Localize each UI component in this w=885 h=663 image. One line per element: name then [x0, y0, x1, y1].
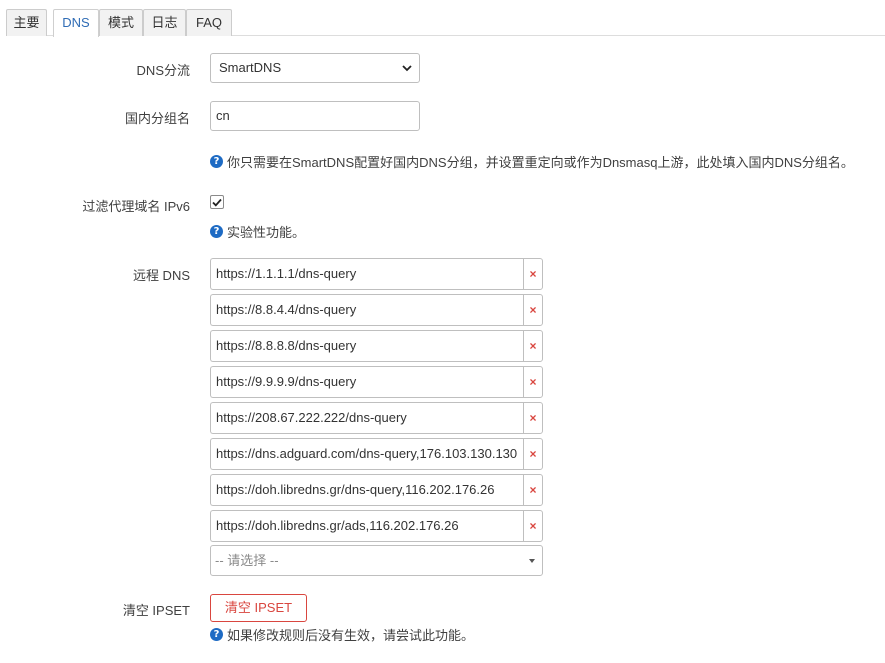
dns-entry-input[interactable]: https://dns.adguard.com/dns-query,176.10… — [210, 438, 523, 470]
clear-ipset-button[interactable]: 清空 IPSET — [210, 594, 307, 622]
clear-ipset-help-text: 如果修改规则后没有生效，请尝试此功能。 — [227, 628, 475, 643]
dns-entry-row: https://1.1.1.1/dns-query × — [210, 258, 543, 290]
chevron-down-icon — [401, 54, 413, 82]
filter-ipv6-checkbox[interactable] — [210, 195, 224, 209]
dns-entry-row: https://doh.libredns.gr/dns-query,116.20… — [210, 474, 543, 506]
clear-ipset-label: 清空 IPSET — [122, 603, 190, 618]
close-icon: × — [529, 483, 537, 497]
dns-entry-row: https://doh.libredns.gr/ads,116.202.176.… — [210, 510, 543, 542]
close-icon: × — [529, 339, 537, 353]
help-icon: ? — [210, 225, 223, 238]
dns-entry-input[interactable]: https://1.1.1.1/dns-query — [210, 258, 523, 290]
remove-dns-button[interactable]: × — [523, 330, 543, 362]
add-dns-placeholder: -- 请选择 -- — [215, 553, 279, 568]
dns-entry-input[interactable]: https://8.8.8.8/dns-query — [210, 330, 523, 362]
dns-entry-input[interactable]: https://8.8.4.4/dns-query — [210, 294, 523, 326]
remove-dns-button[interactable]: × — [523, 474, 543, 506]
dns-entry-row: https://208.67.222.222/dns-query × — [210, 402, 543, 434]
tab-dns[interactable]: DNS — [53, 9, 99, 37]
caret-down-icon — [529, 559, 535, 563]
domestic-group-help-text: 你只需要在SmartDNS配置好国内DNS分组，并设置重定向或作为Dnsmasq… — [227, 155, 854, 170]
remote-dns-label: 远程 DNS — [132, 268, 190, 283]
remove-dns-button[interactable]: × — [523, 402, 543, 434]
domestic-group-field: cn — [210, 101, 420, 131]
add-dns-select[interactable]: -- 请选择 -- — [210, 545, 543, 576]
close-icon: × — [529, 375, 537, 389]
domestic-group-input[interactable]: cn — [210, 101, 420, 131]
close-icon: × — [529, 303, 537, 317]
tab-faq[interactable]: FAQ — [186, 9, 232, 36]
dns-entry-input[interactable]: https://doh.libredns.gr/dns-query,116.20… — [210, 474, 523, 506]
tab-log[interactable]: 日志 — [143, 9, 186, 36]
remove-dns-button[interactable]: × — [523, 438, 543, 470]
filter-ipv6-help-text: 实验性功能。 — [227, 225, 306, 240]
remove-dns-button[interactable]: × — [523, 258, 543, 290]
close-icon: × — [529, 411, 537, 425]
tab-mode[interactable]: 模式 — [99, 9, 143, 36]
dns-entry-row: https://8.8.8.8/dns-query × — [210, 330, 543, 362]
tab-bar: 主要 DNS 模式 日志 FAQ — [6, 9, 885, 37]
dns-split-select[interactable]: SmartDNS — [210, 53, 420, 83]
domestic-group-help: ? 你只需要在SmartDNS配置好国内DNS分组，并设置重定向或作为Dnsma… — [210, 152, 854, 171]
dns-entry-row: https://9.9.9.9/dns-query × — [210, 366, 543, 398]
filter-ipv6-help: ? 实验性功能。 — [210, 222, 305, 241]
filter-ipv6-label: 过滤代理域名 IPv6 — [82, 199, 190, 214]
dns-entry-row: https://dns.adguard.com/dns-query,176.10… — [210, 438, 543, 470]
close-icon: × — [529, 519, 537, 533]
remove-dns-button[interactable]: × — [523, 366, 543, 398]
remove-dns-button[interactable]: × — [523, 510, 543, 542]
remove-dns-button[interactable]: × — [523, 294, 543, 326]
domestic-group-label: 国内分组名 — [124, 111, 190, 126]
close-icon: × — [529, 267, 537, 281]
dns-entry-row: https://8.8.4.4/dns-query × — [210, 294, 543, 326]
dns-entry-input[interactable]: https://doh.libredns.gr/ads,116.202.176.… — [210, 510, 523, 542]
tab-main[interactable]: 主要 — [6, 9, 47, 36]
help-icon: ? — [210, 628, 223, 641]
dns-split-value: SmartDNS — [219, 60, 282, 75]
dns-entry-input[interactable]: https://9.9.9.9/dns-query — [210, 366, 523, 398]
close-icon: × — [529, 447, 537, 461]
help-icon: ? — [210, 155, 223, 168]
clear-ipset-help: ? 如果修改规则后没有生效，请尝试此功能。 — [210, 625, 474, 644]
checkmark-icon — [212, 198, 222, 207]
dns-entry-input[interactable]: https://208.67.222.222/dns-query — [210, 402, 523, 434]
dns-split-field: SmartDNS — [210, 53, 420, 83]
dns-split-label: DNS分流 — [136, 63, 190, 78]
